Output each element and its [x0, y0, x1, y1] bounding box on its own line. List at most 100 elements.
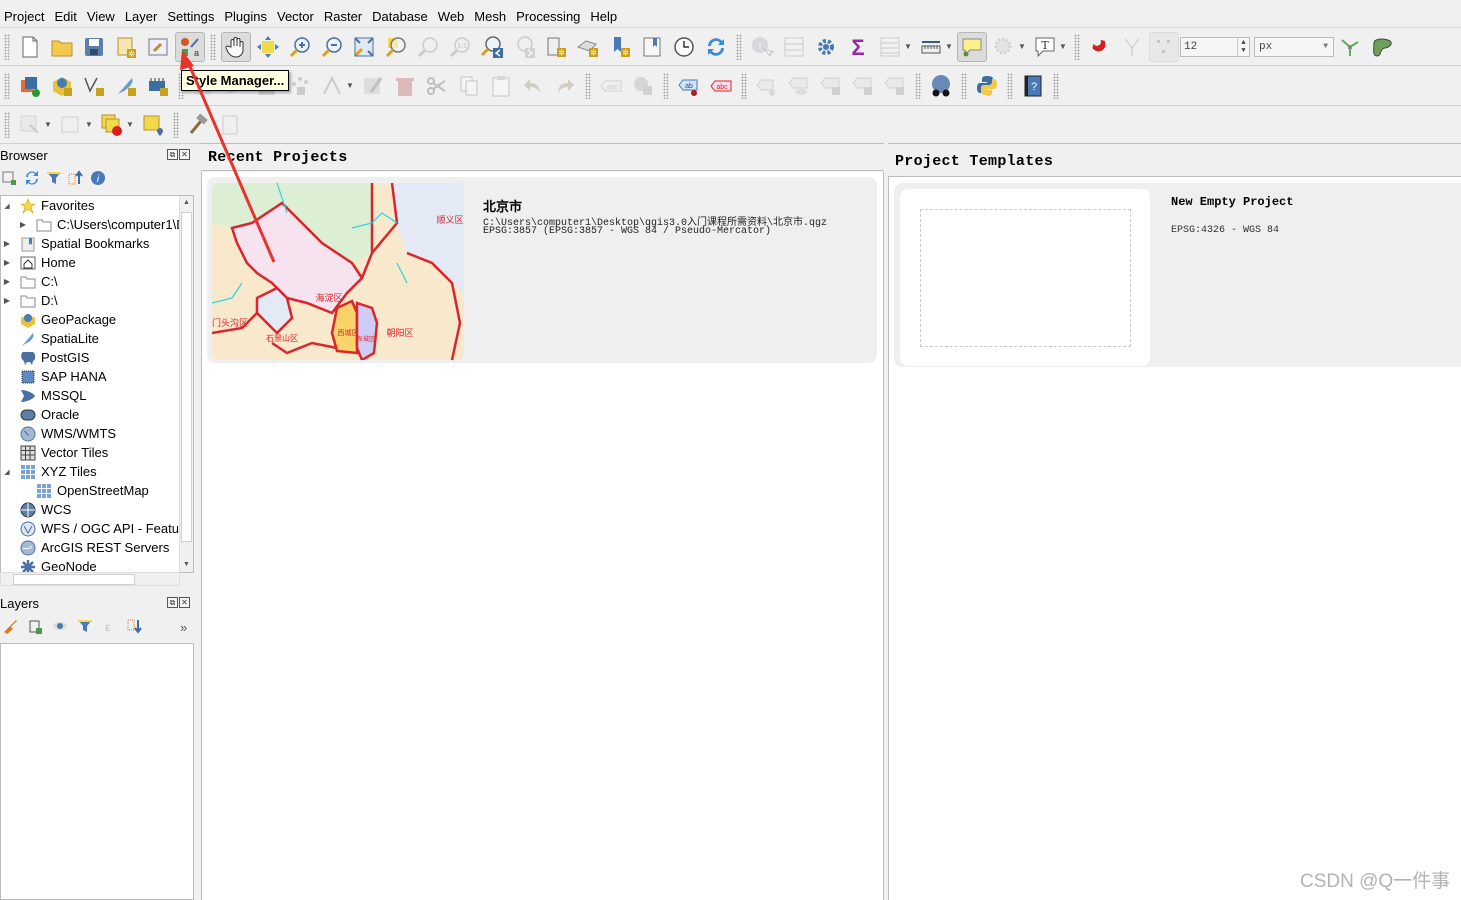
style-brush-icon[interactable]	[2, 618, 18, 634]
browser-item[interactable]: ◢ XYZ Tiles	[1, 462, 193, 481]
snapping-unit-select[interactable]: px ▼	[1254, 36, 1334, 57]
new-shapefile-layer-button[interactable]	[79, 71, 109, 101]
pan-to-selection-button[interactable]	[253, 32, 283, 62]
new-print-layout-button[interactable]: ✲	[111, 32, 141, 62]
menu-database[interactable]: Database	[372, 9, 435, 24]
new-bookmark-button[interactable]: ✲	[605, 32, 635, 62]
zoom-next-button[interactable]	[509, 32, 539, 62]
add-point-feature-button[interactable]	[285, 71, 315, 101]
collapsed-arrow-icon[interactable]: ▶	[17, 220, 29, 229]
pin-labels-button[interactable]	[752, 71, 782, 101]
measure-line-button[interactable]	[916, 32, 946, 62]
expand-all-icon[interactable]	[127, 618, 143, 634]
toolbar-handle[interactable]	[4, 72, 10, 99]
add-selected-layers-icon[interactable]	[2, 170, 18, 186]
snapping-tolerance-spinbox[interactable]: 12 ▲ ▼	[1180, 36, 1250, 57]
map-tips-button[interactable]	[957, 31, 987, 62]
expanded-arrow-icon[interactable]: ◢	[1, 202, 13, 210]
menu-layer[interactable]: Layer	[125, 9, 165, 24]
snapping-toggle-button[interactable]	[1085, 32, 1115, 62]
browser-item[interactable]: OpenStreetMap	[1, 481, 193, 500]
vertex-tool-button[interactable]	[317, 71, 347, 101]
close-panel-icon[interactable]: ✕	[179, 149, 190, 160]
menu-mesh[interactable]: Mesh	[474, 9, 513, 24]
chevron-down-icon[interactable]: ▼	[346, 81, 354, 90]
browser-item[interactable]: GeoNode	[1, 557, 193, 572]
label-style-button[interactable]: abc	[706, 71, 736, 101]
show-bookmarks-button[interactable]	[637, 32, 667, 62]
select-by-value-button[interactable]	[56, 110, 86, 140]
info-icon[interactable]: i	[90, 170, 106, 186]
zoom-in-button[interactable]	[285, 32, 315, 62]
browser-horizontal-scrollbar[interactable]	[0, 572, 180, 586]
label-toolbar-button[interactable]: abc	[596, 71, 626, 101]
pan-map-button[interactable]	[221, 31, 251, 62]
browser-item[interactable]: GeoPackage	[1, 310, 193, 329]
refresh-button[interactable]	[701, 32, 731, 62]
scroll-down-icon[interactable]: ▼	[180, 558, 193, 572]
data-source-manager-button[interactable]	[15, 71, 45, 101]
collapsed-arrow-icon[interactable]: ▶	[1, 296, 13, 305]
new-3d-map-view-button[interactable]: ✲	[573, 32, 603, 62]
collapsed-arrow-icon[interactable]: ▶	[1, 239, 13, 248]
layout-manager-button[interactable]	[143, 32, 173, 62]
new-map-view-button[interactable]: ✲	[541, 32, 571, 62]
scrollbar-thumb[interactable]	[13, 574, 135, 585]
zoom-to-layer-button[interactable]	[413, 32, 443, 62]
show-hide-labels-button[interactable]	[784, 71, 814, 101]
filter-legend-icon[interactable]	[77, 618, 93, 634]
browser-item[interactable]: SpatiaLite	[1, 329, 193, 348]
zoom-last-button[interactable]	[477, 32, 507, 62]
zoom-out-button[interactable]	[317, 32, 347, 62]
browser-item[interactable]: MSSQL	[1, 386, 193, 405]
chevron-down-icon[interactable]: ▼	[1059, 42, 1067, 51]
paste-features-button[interactable]	[486, 71, 516, 101]
new-virtual-layer-button[interactable]	[143, 71, 173, 101]
help-contents-button[interactable]: ?	[1018, 71, 1048, 101]
modify-attributes-button[interactable]	[358, 71, 388, 101]
expression-filter-icon[interactable]: ε	[102, 618, 118, 634]
browser-item[interactable]: ◢ Favorites	[1, 196, 193, 215]
menu-settings[interactable]: Settings	[167, 9, 221, 24]
change-label-button[interactable]	[880, 71, 910, 101]
browser-item[interactable]: ▶ D:\	[1, 291, 193, 310]
diagram-options-button[interactable]	[628, 71, 658, 101]
recent-project-card[interactable]: 顺义区 海淀区 门头沟区 石景山区 西城区 东城区 朝阳区 北京市 C:\Use…	[207, 177, 877, 363]
browser-item[interactable]: Vector Tiles	[1, 443, 193, 462]
new-geopackage-layer-button[interactable]	[47, 71, 77, 101]
refresh-icon[interactable]	[24, 170, 40, 186]
save-project-button[interactable]	[79, 32, 109, 62]
layer-labeling-options-button[interactable]: ab	[674, 71, 704, 101]
browser-item[interactable]: SAP HANA	[1, 367, 193, 386]
expanded-arrow-icon[interactable]: ◢	[1, 468, 13, 476]
browser-item[interactable]: ▶ Home	[1, 253, 193, 272]
topological-editing-button[interactable]	[1335, 32, 1365, 62]
browser-item[interactable]: WMS/WMTS	[1, 424, 193, 443]
cut-features-button[interactable]	[422, 71, 452, 101]
rotate-label-button[interactable]	[848, 71, 878, 101]
browser-item[interactable]: WFS / OGC API - Features	[1, 519, 193, 538]
filter-icon[interactable]	[46, 170, 62, 186]
toolbox-button[interactable]	[811, 32, 841, 62]
deselect-features-button[interactable]	[97, 110, 127, 140]
spin-arrows[interactable]: ▲ ▼	[1237, 37, 1249, 56]
menu-processing[interactable]: Processing	[516, 9, 587, 24]
zoom-full-button[interactable]	[349, 32, 379, 62]
collapsed-arrow-icon[interactable]: ▶	[1, 277, 13, 286]
more-tools-button[interactable]: »	[180, 620, 187, 635]
menu-plugins[interactable]: Plugins	[224, 9, 274, 24]
browser-vertical-scrollbar[interactable]: ▲ ▼	[179, 196, 193, 572]
collapse-all-icon[interactable]	[68, 170, 84, 186]
avoid-overlap-button[interactable]	[1367, 32, 1397, 62]
attribute-table-button[interactable]	[875, 32, 905, 62]
python-console-button[interactable]	[972, 71, 1002, 101]
temporal-controller-button[interactable]	[669, 32, 699, 62]
layers-tree[interactable]	[0, 643, 194, 900]
style-manager-button[interactable]: a	[175, 31, 205, 62]
new-spatialite-layer-button[interactable]	[111, 71, 141, 101]
run-feature-action-button[interactable]	[989, 32, 1019, 62]
browser-item[interactable]: ArcGIS REST Servers	[1, 538, 193, 557]
chevron-down-icon[interactable]: ▼	[126, 120, 134, 129]
chevron-down-icon[interactable]: ▼	[904, 42, 912, 51]
template-card-new-empty-project[interactable]: New Empty Project EPSG:4326 - WGS 84	[894, 183, 1461, 367]
